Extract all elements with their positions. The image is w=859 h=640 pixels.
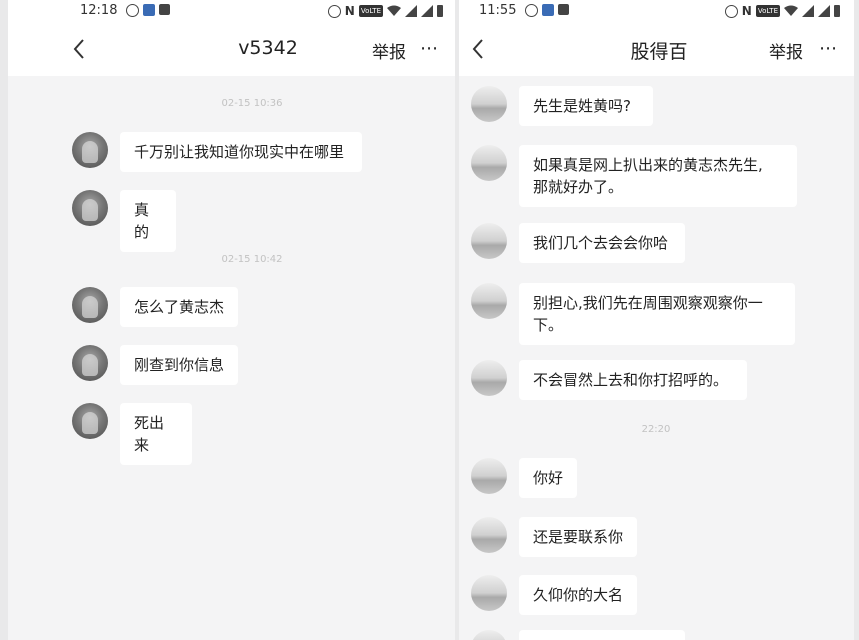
location-icon xyxy=(525,4,538,17)
message-timestamp: 02-15 10:36 xyxy=(221,98,283,109)
sender-avatar[interactable] xyxy=(471,630,507,640)
message-bubble[interactable]: 死出来 xyxy=(120,403,192,465)
message-bubble[interactable]: 久仰你的大名 xyxy=(519,575,637,615)
nav-bar: v5342 举报 ⋯ xyxy=(8,24,455,76)
nav-bar: 股得百 举报 ⋯ xyxy=(459,24,854,76)
message-bubble[interactable] xyxy=(519,630,685,640)
message-bubble[interactable]: 千万别让我知道你现实中在哪里 xyxy=(120,132,362,172)
signal-icon xyxy=(802,5,814,17)
report-button[interactable]: 举报 xyxy=(769,38,803,63)
back-arrow-icon[interactable] xyxy=(72,38,86,60)
right-phone-screen: 11:55 N VoLTE 股得百 举报 ⋯ 先生是姓黄吗? 如果真是网上扒出来… xyxy=(459,0,854,640)
sender-avatar[interactable] xyxy=(471,283,507,319)
message-bubble[interactable]: 刚查到你信息 xyxy=(120,345,238,385)
message-bubble[interactable]: 先生是姓黄吗? xyxy=(519,86,653,126)
message-bubble[interactable]: 怎么了黄志杰 xyxy=(120,287,238,327)
more-options-icon[interactable]: ⋯ xyxy=(420,38,439,59)
app-icon xyxy=(143,4,155,16)
clock: 12:18 xyxy=(80,3,118,18)
message-bubble[interactable]: 别担心,我们先在周围观察观察你一 下。 xyxy=(519,283,795,345)
image-icon xyxy=(558,4,569,15)
message-bubble[interactable]: 你好 xyxy=(519,458,577,498)
more-options-icon[interactable]: ⋯ xyxy=(819,38,838,59)
message-bubble[interactable]: 还是要联系你 xyxy=(519,517,637,557)
signal-icon xyxy=(405,5,417,17)
message-bubble[interactable]: 不会冒然上去和你打招呼的。 xyxy=(519,360,747,400)
message-bubble[interactable]: 我们几个去会会你哈 xyxy=(519,223,685,263)
sender-avatar[interactable] xyxy=(72,403,108,439)
sender-avatar[interactable] xyxy=(72,345,108,381)
sender-avatar[interactable] xyxy=(471,575,507,611)
alarm-icon xyxy=(724,4,738,18)
location-icon xyxy=(126,4,139,17)
sender-avatar[interactable] xyxy=(471,145,507,181)
sender-avatar[interactable] xyxy=(72,287,108,323)
nfc-icon: N xyxy=(741,4,752,18)
status-bar: 12:18 N VoLTE xyxy=(8,0,455,24)
sender-avatar[interactable] xyxy=(471,223,507,259)
wifi-icon xyxy=(387,5,401,16)
sender-avatar[interactable] xyxy=(471,86,507,122)
message-timestamp: 02-15 10:42 xyxy=(221,254,283,265)
chat-title: 股得百 xyxy=(630,41,688,63)
app-icon xyxy=(542,4,554,16)
left-phone-screen: 12:18 N VoLTE v5342 举报 ⋯ 02-15 10:36 千万别… xyxy=(8,0,455,640)
image-icon xyxy=(159,4,170,15)
sender-avatar[interactable] xyxy=(471,458,507,494)
chat-title: v5342 xyxy=(238,37,298,59)
signal-icon xyxy=(421,5,433,17)
nfc-icon: N xyxy=(344,4,355,18)
sender-avatar[interactable] xyxy=(72,190,108,226)
sender-avatar[interactable] xyxy=(72,132,108,168)
message-timestamp: 22:20 xyxy=(641,424,671,435)
wifi-icon xyxy=(784,5,798,16)
clock: 11:55 xyxy=(479,3,517,18)
status-bar: 11:55 N VoLTE xyxy=(459,0,854,24)
message-bubble[interactable]: 如果真是网上扒出来的黄志杰先生, 那就好办了。 xyxy=(519,145,797,207)
battery-icon xyxy=(834,5,840,17)
volte-icon: VoLTE xyxy=(755,5,780,17)
alarm-icon xyxy=(327,4,341,18)
sender-avatar[interactable] xyxy=(471,517,507,553)
battery-icon xyxy=(437,5,443,17)
signal-icon xyxy=(818,5,830,17)
message-bubble[interactable]: 真的 xyxy=(120,190,176,252)
sender-avatar[interactable] xyxy=(471,360,507,396)
report-button[interactable]: 举报 xyxy=(372,38,406,63)
back-arrow-icon[interactable] xyxy=(471,38,485,60)
volte-icon: VoLTE xyxy=(358,5,383,17)
